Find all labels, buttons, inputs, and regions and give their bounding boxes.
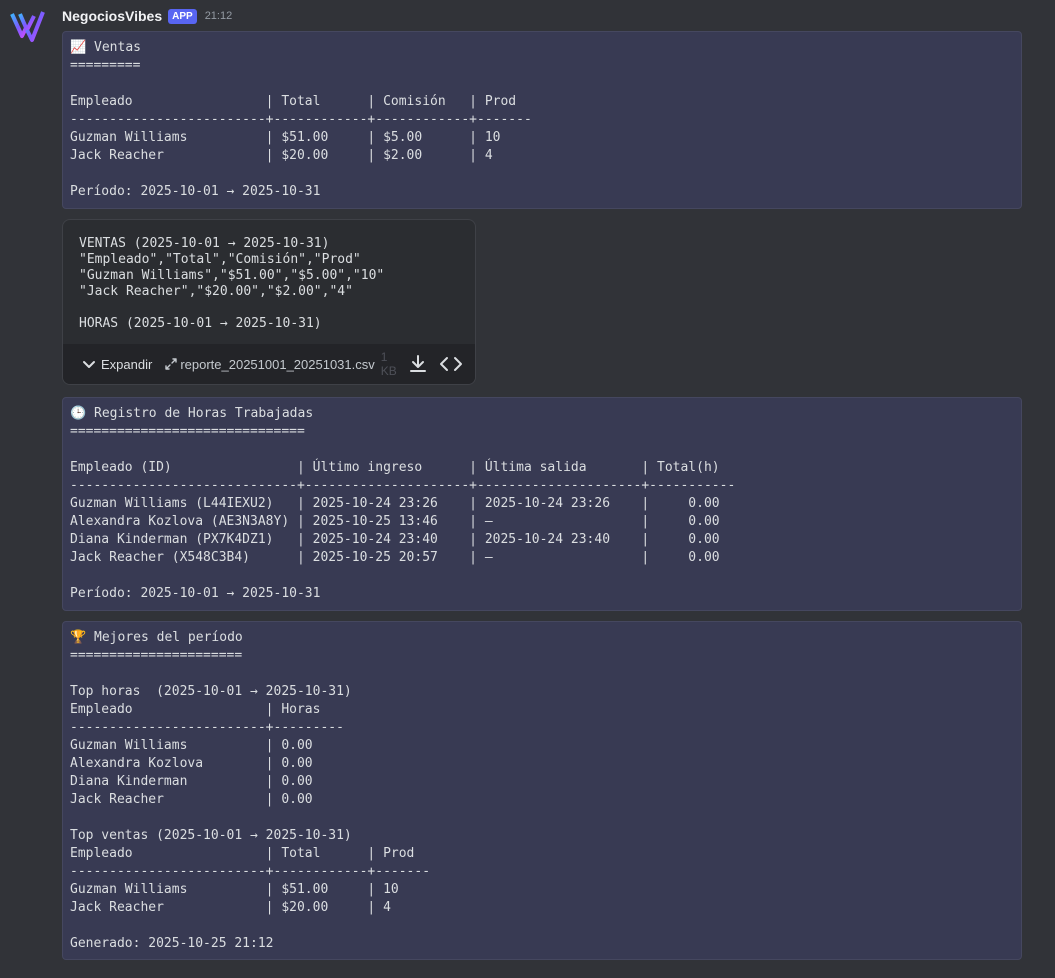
- attachment-actions: [407, 353, 463, 375]
- view-code-button[interactable]: [439, 354, 463, 374]
- download-button[interactable]: [407, 353, 429, 375]
- timestamp[interactable]: 21:12: [205, 10, 233, 22]
- download-icon: [410, 355, 426, 372]
- attachment-preview-text: VENTAS (2025-10-01 → 2025-10-31) "Emplea…: [79, 236, 385, 331]
- file-link[interactable]: reporte_20251001_20251031.csv: [164, 357, 375, 372]
- avatar[interactable]: [8, 6, 46, 44]
- file-name[interactable]: reporte_20251001_20251031.csv: [180, 357, 374, 372]
- external-link-icon: [165, 358, 178, 370]
- chevron-down-icon: [83, 361, 95, 368]
- horas-codeblock: 🕒 Registro de Horas Trabajadas =========…: [62, 397, 1022, 611]
- ventas-text: 📈 Ventas ========= Empleado | Total | Co…: [70, 40, 532, 199]
- horas-text: 🕒 Registro de Horas Trabajadas =========…: [70, 406, 736, 601]
- csv-attachment: VENTAS (2025-10-01 → 2025-10-31) "Emplea…: [62, 219, 476, 385]
- mejores-codeblock: 🏆 Mejores del período ==================…: [62, 621, 1022, 960]
- attachment-footer: Expandir reporte_20251001_20251031.csv 1…: [63, 344, 475, 384]
- app-tag: APP: [168, 8, 197, 24]
- attachment-preview: VENTAS (2025-10-01 → 2025-10-31) "Emplea…: [63, 220, 475, 346]
- message-header: NegociosVibes APP 21:12: [62, 6, 232, 26]
- negociosvibes-logo-icon: [10, 11, 45, 42]
- expand-button[interactable]: Expandir: [81, 356, 152, 372]
- mejores-text: 🏆 Mejores del período ==================…: [70, 630, 431, 951]
- ventas-codeblock: 📈 Ventas ========= Empleado | Total | Co…: [62, 31, 1022, 209]
- file-size: 1 KB: [380, 350, 397, 378]
- code-icon: [440, 357, 462, 371]
- username[interactable]: NegociosVibes: [62, 8, 162, 24]
- expand-label: Expandir: [101, 356, 153, 372]
